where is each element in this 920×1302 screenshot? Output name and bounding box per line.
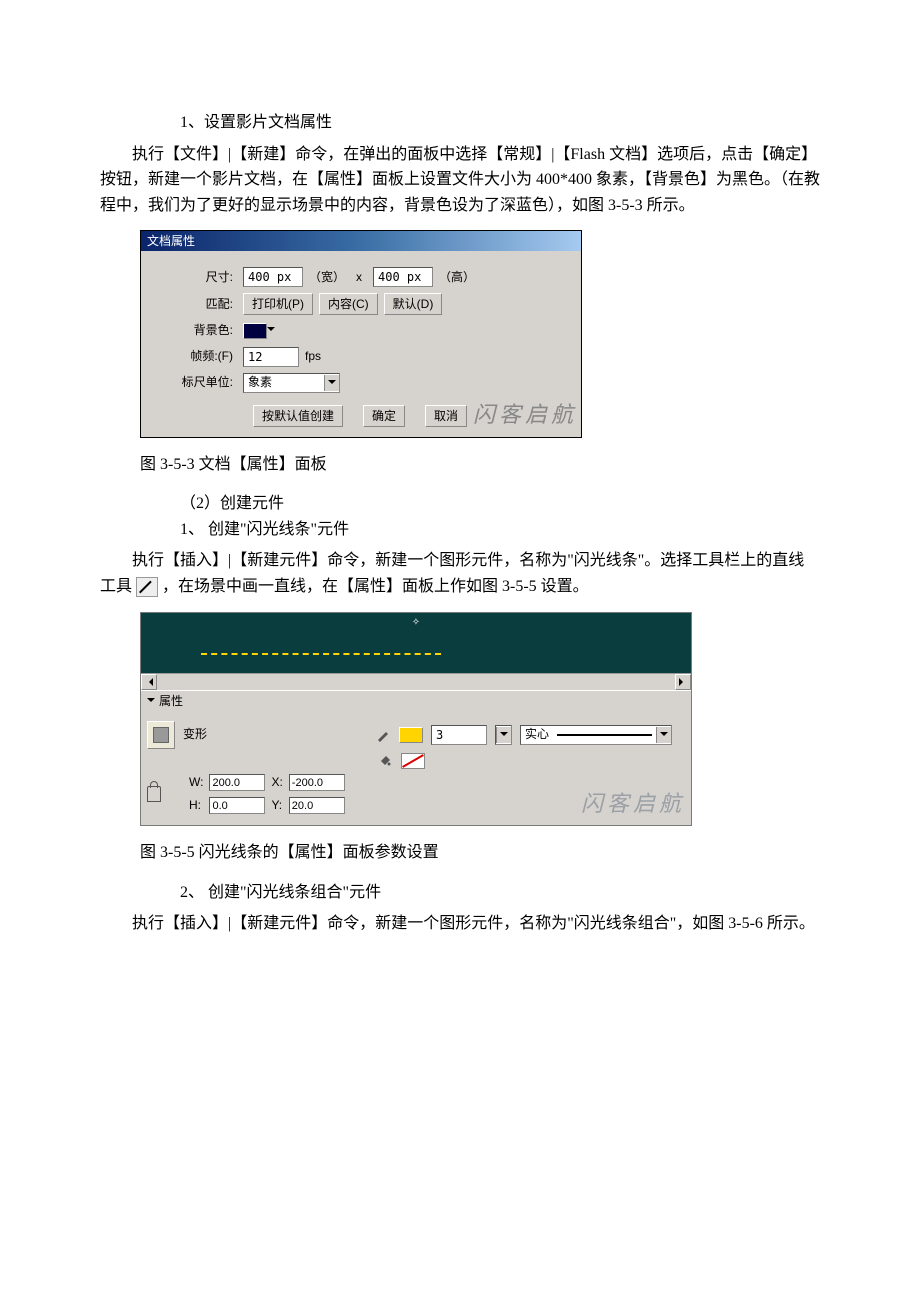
stroke-weight-input[interactable]: 3 [431, 725, 487, 745]
fps-unit-label: fps [305, 347, 321, 366]
drawn-line-preview [201, 653, 441, 655]
chevron-down-icon [324, 375, 339, 391]
step-1-paragraph: 执行【文件】|【新建】命令，在弹出的面板中选择【常规】|【Flash 文档】选项… [100, 142, 820, 219]
height-suffix: （高） [439, 268, 475, 287]
match-content-button[interactable]: 内容(C) [319, 293, 378, 315]
figure-3-5-5-caption: 图 3-5-5 闪光线条的【属性】面板参数设置 [140, 840, 820, 866]
dialog-title: 文档属性 [141, 231, 581, 251]
shape-type-icon [147, 721, 175, 749]
height-value-input[interactable]: 0.0 [209, 797, 265, 814]
chevron-down-icon [496, 727, 511, 743]
properties-panel-header[interactable]: 属性 [141, 690, 691, 711]
horizontal-scrollbar[interactable] [141, 673, 691, 690]
match-printer-button[interactable]: 打印机(P) [243, 293, 313, 315]
match-label: 匹配: [153, 295, 237, 314]
width-value-input[interactable]: 200.0 [209, 774, 265, 791]
properties-panel-title: 属性 [159, 691, 183, 711]
shape-type-label: 变形 [183, 725, 239, 744]
cancel-button[interactable]: 取消 [425, 405, 467, 427]
width-input[interactable]: 400 px [243, 267, 303, 287]
properties-panel: ✧ 属性 变形 3 [140, 612, 692, 826]
stroke-style-label: 实心 [521, 725, 553, 744]
stroke-style-combo[interactable]: 实心 [520, 725, 672, 745]
times-label: x [351, 268, 367, 287]
line-tool-icon [136, 577, 158, 597]
x-label: X: [271, 773, 282, 792]
chevron-down-icon [656, 727, 671, 743]
ok-button[interactable]: 确定 [363, 405, 405, 427]
ruler-unit-combo[interactable]: 象素 [243, 373, 340, 393]
size-label: 尺寸: [153, 268, 237, 287]
collapse-triangle-icon [147, 698, 155, 706]
fps-label: 帧频:(F) [153, 347, 237, 366]
y-value-input[interactable]: 20.0 [289, 797, 345, 814]
scroll-left-button[interactable] [141, 674, 157, 690]
pencil-icon [375, 727, 391, 743]
create-default-button[interactable]: 按默认值创建 [253, 405, 343, 427]
step-1-title: 1、设置影片文档属性 [100, 110, 820, 136]
tutorial-page: 1、设置影片文档属性 执行【文件】|【新建】命令，在弹出的面板中选择【常规】|【… [0, 0, 920, 983]
fps-input[interactable]: 12 [243, 347, 299, 367]
x-value-input[interactable]: -200.0 [289, 774, 345, 791]
step-2-paragraph-1: 执行【插入】|【新建元件】命令，新建一个图形元件，名称为"闪光线条"。选择工具栏… [100, 548, 820, 599]
paint-bucket-icon [377, 753, 393, 769]
registration-point-icon: ✧ [412, 615, 420, 631]
step-2-paragraph-2: 执行【插入】|【新建元件】命令，新建一个图形元件，名称为"闪光线条组合"，如图 … [100, 911, 820, 937]
h-label: H: [189, 796, 203, 815]
ruler-unit-label: 标尺单位: [153, 373, 237, 392]
height-input[interactable]: 400 px [373, 267, 433, 287]
y-label: Y: [271, 796, 282, 815]
match-default-button[interactable]: 默认(D) [384, 293, 443, 315]
step-2-item-2: 2、 创建"闪光线条组合"元件 [100, 880, 820, 906]
step-2-para-post: ，在场景中画一直线，在【属性】面板上作如图 3-5-5 设置。 [162, 578, 589, 595]
lock-aspect-icon[interactable] [147, 786, 161, 802]
stroke-color-swatch[interactable] [399, 727, 423, 743]
step-2-title: （2）创建元件 [100, 491, 820, 517]
figure-3-5-3-caption: 图 3-5-3 文档【属性】面板 [140, 452, 820, 478]
step-2-item-1: 1、 创建"闪光线条"元件 [100, 517, 820, 543]
background-label: 背景色: [153, 321, 237, 340]
document-properties-dialog: 文档属性 尺寸: 400 px （宽） x 400 px （高） 匹配: 打印机… [140, 230, 582, 437]
ruler-unit-value: 象素 [244, 373, 324, 392]
stroke-weight-stepper[interactable] [495, 725, 512, 745]
properties-panel-figure: ✧ 属性 变形 3 [140, 612, 820, 826]
fill-color-swatch[interactable] [401, 753, 425, 769]
w-label: W: [189, 773, 203, 792]
stroke-style-preview-icon [557, 734, 652, 736]
document-properties-dialog-figure: 文档属性 尺寸: 400 px （宽） x 400 px （高） 匹配: 打印机… [140, 230, 820, 437]
stage-preview: ✧ [141, 613, 691, 673]
scroll-right-button[interactable] [675, 674, 691, 690]
width-suffix: （宽） [309, 268, 345, 287]
background-color-swatch[interactable] [243, 323, 267, 339]
